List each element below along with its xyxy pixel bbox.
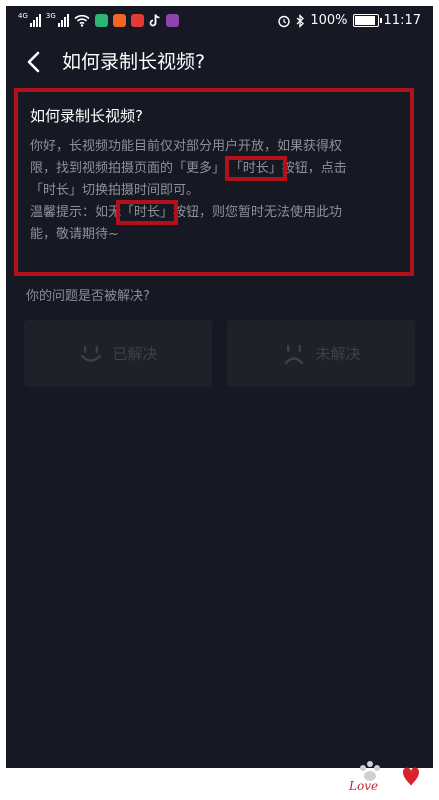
tiktok-icon (149, 13, 160, 26)
bluetooth-icon (296, 13, 305, 28)
solved-label: 已解决 (112, 345, 158, 363)
alarm-icon (278, 15, 291, 27)
app-notification-icon-3 (130, 13, 144, 27)
unsolved-button[interactable]: 未解决 (227, 320, 415, 387)
smile-icon (81, 345, 102, 362)
app-notification-icon-2 (112, 13, 126, 27)
status-left-icons: 4G 3G (18, 13, 179, 27)
app-screen: 4G 3G 100% 11:17 如何录制长视频? 如何录制长视频? 你好，长视… (6, 6, 433, 768)
highlighted-duration-text-2: 「时长」 (116, 200, 179, 225)
article-text: 温馨提示：如无 (30, 205, 122, 220)
page-header: 如何录制长视频? (6, 38, 433, 86)
signal-type-label: 4G (18, 12, 28, 20)
battery-fill (354, 16, 375, 25)
wifi-icon (74, 14, 90, 27)
watermark-logo: Love (348, 761, 419, 793)
battery-icon (352, 14, 382, 27)
highlighted-duration-text: 「时长」 (224, 156, 287, 181)
unsolved-label: 未解决 (315, 345, 361, 363)
app-notification-icon-4 (165, 13, 179, 27)
status-bar: 4G 3G 100% 11:17 (6, 6, 433, 38)
signal-type-label-2: 3G (45, 12, 56, 20)
article-line: 你好，长视频功能目前仅对部分用户开放，如果获得权 (30, 139, 343, 154)
svg-text:Love: Love (348, 779, 378, 793)
article-text: 按钮，则您暂时无法使用此功 (173, 205, 343, 220)
status-time: 11:17 (383, 13, 421, 28)
battery-percent: 100% (310, 13, 348, 28)
article-body: 你好，长视频功能目前仅对部分用户开放，如果获得权 限，找到视频拍摄页面的「更多」… (30, 136, 402, 246)
status-right-icons: 100% 11:17 (277, 13, 421, 28)
chevron-left-icon (27, 51, 40, 73)
article-line: 能，敬请期待~ (30, 227, 119, 242)
sad-face-icon (285, 344, 304, 364)
signal-icon: 4G (18, 13, 41, 27)
article-card: 如何录制长视频? 你好，长视频功能目前仅对部分用户开放，如果获得权 限，找到视频… (14, 88, 414, 276)
feedback-question: 你的问题是否被解决? (26, 289, 150, 304)
article-title: 如何录制长视频? (30, 107, 143, 125)
app-notification-icon-1 (94, 13, 108, 27)
article-line: 限，找到视频拍摄页面的「更多」-「时长」按钮，点击 (30, 156, 402, 181)
signal-icon-2: 3G (46, 13, 69, 27)
back-button[interactable] (22, 49, 48, 75)
article-line: 温馨提示：如无「时长」按钮，则您暂时无法使用此功 (30, 200, 402, 225)
article-text: 按钮，点击 (281, 161, 347, 176)
article-text: 限，找到视频拍摄页面的「更多」- (30, 161, 230, 176)
solved-button[interactable]: 已解决 (24, 320, 212, 387)
article-line: 「时长」切换拍摄时间即可。 (30, 183, 200, 198)
page-title: 如何录制长视频? (62, 51, 206, 73)
